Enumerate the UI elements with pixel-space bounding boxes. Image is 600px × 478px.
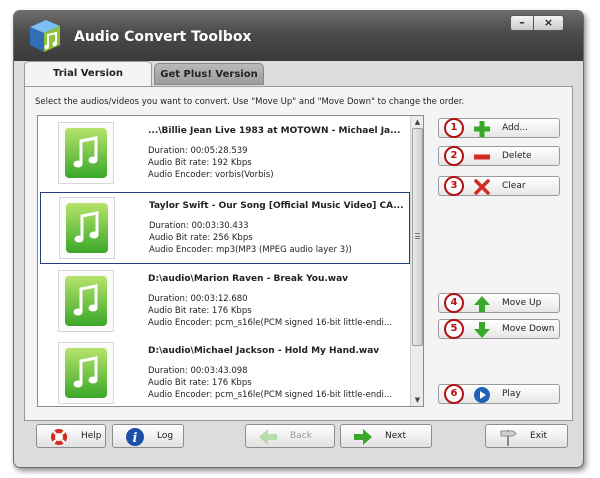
- list-item[interactable]: D:\audio\Michael Jackson - Hold My Hand.…: [40, 338, 410, 406]
- exit-label: Exit: [530, 431, 548, 441]
- tab-get-plus-version[interactable]: Get Plus! Version: [154, 63, 264, 85]
- next-button[interactable]: Next: [340, 424, 432, 448]
- step-marker-3: 3: [444, 176, 464, 196]
- app-logo-icon: [30, 20, 60, 52]
- help-button[interactable]: Help: [36, 424, 106, 448]
- music-note-icon: [66, 203, 108, 253]
- play-icon: [474, 387, 490, 403]
- down-arrow-icon: [474, 322, 490, 338]
- file-encoder: Audio Encoder: pcm_s16le(PCM signed 16-b…: [148, 390, 392, 400]
- list-item-selected[interactable]: Taylor Swift - Our Song [Official Music …: [40, 192, 410, 264]
- next-label: Next: [385, 431, 406, 441]
- title-bar[interactable]: Audio Convert Toolbox – ×: [14, 11, 583, 61]
- help-label: Help: [81, 431, 102, 441]
- window-title: Audio Convert Toolbox: [74, 29, 252, 45]
- step-marker-4: 4: [444, 293, 464, 313]
- move-down-label: Move Down: [502, 324, 555, 334]
- music-note-icon: [65, 348, 107, 398]
- exit-button[interactable]: Exit: [485, 424, 568, 448]
- file-duration: Duration: 00:03:43.098: [148, 366, 248, 376]
- scrollbar-thumb[interactable]: [412, 128, 423, 346]
- move-up-label: Move Up: [502, 298, 542, 308]
- file-title: ...\Billie Jean Live 1983 at MOTOWN - Mi…: [148, 126, 401, 136]
- minimize-button[interactable]: –: [510, 15, 534, 31]
- left-arrow-icon: [259, 429, 277, 445]
- file-list[interactable]: ...\Billie Jean Live 1983 at MOTOWN - Mi…: [37, 115, 424, 407]
- step-marker-5: 5: [444, 319, 464, 339]
- file-encoder: Audio Encoder: mp3(MP3 (MPEG audio layer…: [149, 245, 352, 255]
- file-duration: Duration: 00:03:12.680: [148, 294, 248, 304]
- step-marker-2: 2: [444, 146, 464, 166]
- file-duration: Duration: 00:05:28.539: [148, 146, 248, 156]
- red-x-icon: [474, 179, 490, 195]
- play-label: Play: [502, 389, 521, 399]
- main-panel: Select the audios/videos you want to con…: [24, 86, 573, 421]
- file-duration: Duration: 00:03:30.433: [149, 221, 249, 231]
- file-title: Taylor Swift - Our Song [Official Music …: [149, 201, 404, 211]
- right-arrow-icon: [354, 429, 372, 445]
- scroll-down-arrow-icon[interactable]: ▼: [412, 395, 423, 405]
- file-thumbnail: [59, 197, 115, 259]
- file-thumbnail: [58, 342, 114, 404]
- close-button[interactable]: ×: [533, 15, 564, 31]
- svg-text:i: i: [133, 431, 138, 446]
- scroll-up-arrow-icon[interactable]: ▲: [412, 117, 423, 127]
- file-bitrate: Audio Bit rate: 192 Kbps: [148, 158, 252, 168]
- file-encoder: Audio Encoder: pcm_s16le(PCM signed 16-b…: [148, 318, 392, 328]
- minus-icon: [474, 154, 490, 160]
- plus-icon: [474, 121, 490, 137]
- up-arrow-icon: [474, 296, 490, 312]
- file-title: D:\audio\Michael Jackson - Hold My Hand.…: [148, 346, 380, 356]
- music-note-icon: [65, 276, 107, 326]
- file-encoder: Audio Encoder: vorbis(Vorbis): [148, 170, 274, 180]
- list-scrollbar[interactable]: ▲ ▼: [410, 116, 423, 406]
- file-thumbnail: [58, 270, 114, 332]
- file-title: D:\audio\Marion Raven - Break You.wav: [148, 274, 349, 284]
- back-button[interactable]: Back: [245, 424, 335, 448]
- tab-trial-version[interactable]: Trial Version: [24, 61, 152, 87]
- file-thumbnail: [58, 122, 114, 184]
- list-item[interactable]: ...\Billie Jean Live 1983 at MOTOWN - Mi…: [40, 118, 410, 190]
- exit-sign-icon: [500, 430, 517, 446]
- delete-label: Delete: [502, 151, 532, 161]
- list-item[interactable]: D:\audio\Marion Raven - Break You.wav Du…: [40, 266, 410, 338]
- grip-icon: [415, 233, 420, 239]
- music-note-icon: [65, 128, 107, 178]
- app-window: Audio Convert Toolbox – × Trial Version …: [13, 10, 584, 468]
- clear-label: Clear: [502, 181, 526, 191]
- lifebuoy-icon: [51, 429, 67, 445]
- step-marker-1: 1: [444, 118, 464, 138]
- instruction-text: Select the audios/videos you want to con…: [35, 97, 465, 107]
- add-label: Add...: [502, 123, 529, 133]
- back-label: Back: [290, 431, 312, 441]
- file-bitrate: Audio Bit rate: 176 Kbps: [148, 378, 252, 388]
- info-icon: i: [126, 428, 144, 446]
- log-label: Log: [157, 431, 174, 441]
- step-marker-6: 6: [444, 384, 464, 404]
- file-bitrate: Audio Bit rate: 256 Kbps: [149, 233, 253, 243]
- log-button[interactable]: i Log: [112, 424, 184, 448]
- file-bitrate: Audio Bit rate: 176 Kbps: [148, 306, 252, 316]
